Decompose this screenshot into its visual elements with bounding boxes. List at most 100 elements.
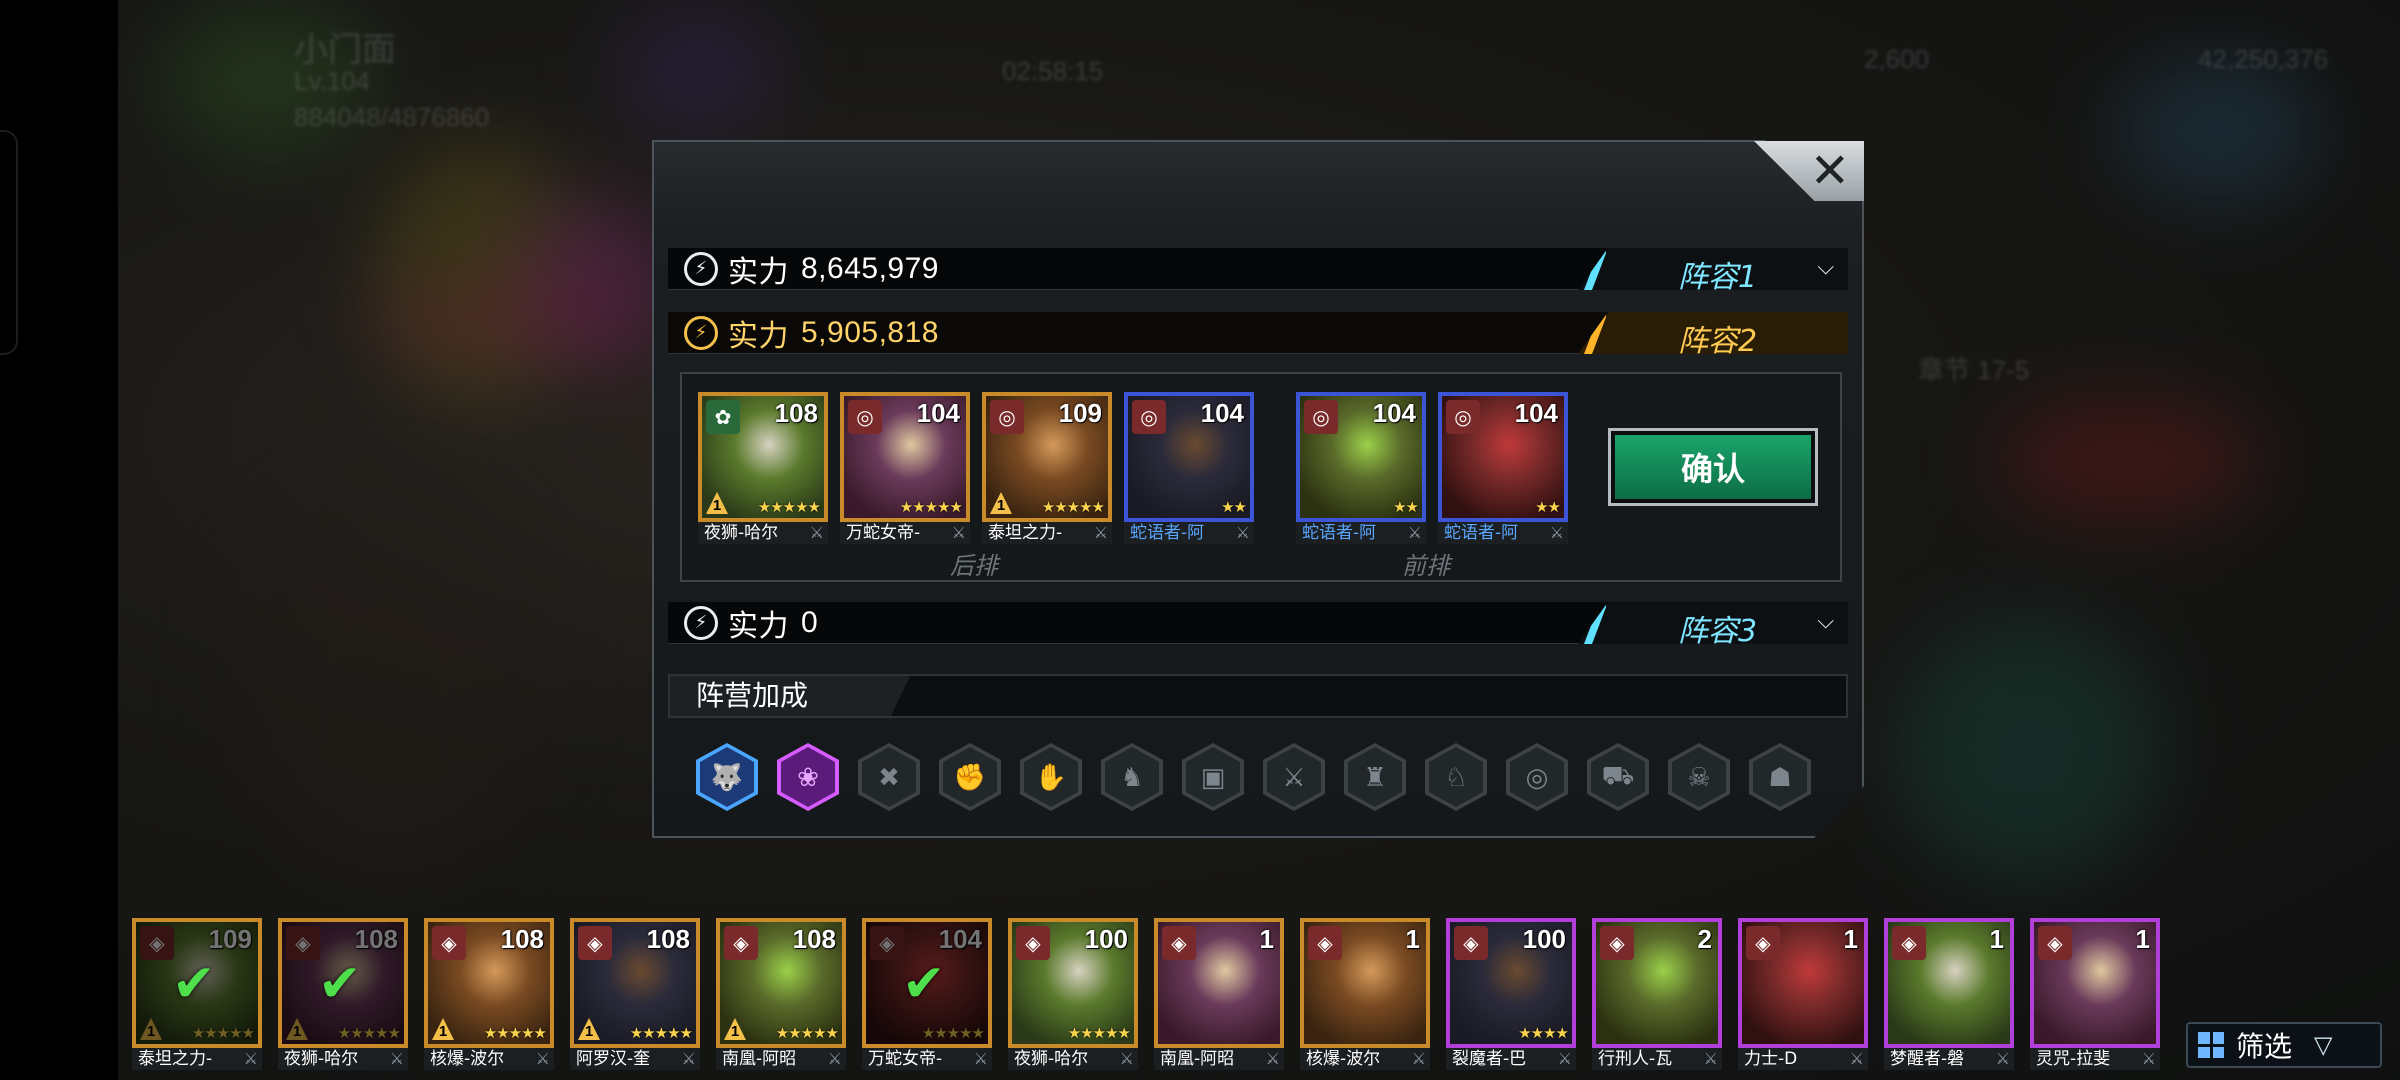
hero-name: 灵咒-拉斐 <box>2030 1048 2160 1070</box>
hero-role-icon: ⚔ <box>973 1051 988 1068</box>
hero-portrait-frame: ◈ 100 ★★★★★ <box>1008 918 1138 1048</box>
faction-icon-inner: ☠ <box>1672 747 1726 807</box>
hero-stars: ★★★★★ <box>629 1025 693 1042</box>
hero-card[interactable]: ◈ 2 行刑人-瓦 ⚔ <box>1592 918 1722 1070</box>
faction-icon: ◈ <box>1892 926 1926 960</box>
hero-name: 阿罗汉-奎 <box>570 1048 700 1070</box>
power-icon: ⚡ <box>684 251 718 286</box>
hero-card[interactable]: ◈ 1 梦醒者-磐 ⚔ <box>1884 918 2014 1070</box>
hero-card[interactable]: ◎ 104 ★★ 蛇语者-阿 ⚔ <box>1124 392 1254 544</box>
hero-stars: ★★★★★ <box>775 1025 839 1042</box>
hero-card[interactable]: ◈ 100 ★★★★ 裂魔者-巴 ⚔ <box>1446 918 1576 1070</box>
hero-roster[interactable]: ◈ 109 ★★★★★ 1 ✔ 泰坦之力- ⚔ ◈ 108 ★★★★★ 1 ✔ 夜狮-哈尔 ⚔ ◈ 108 ★★… <box>124 914 2164 1080</box>
hero-role-icon: ⚔ <box>535 1051 550 1068</box>
power-label: 实力 <box>728 319 789 353</box>
hero-stars: ★★★★ <box>1518 1025 1569 1042</box>
faction-icon-inner: ✋ <box>1024 747 1078 807</box>
tab-lineup-1[interactable]: 阵容1 ⌵ <box>1578 248 1848 290</box>
hero-level: 104 <box>916 398 960 428</box>
hero-name: 核爆-波尔 <box>424 1048 554 1070</box>
hero-role-icon: ⚔ <box>1549 525 1564 542</box>
hero-card[interactable]: ◎ 104 ★★ 蛇语者-阿 ⚔ <box>1296 392 1426 544</box>
target-icon: ◎ <box>1446 400 1480 434</box>
checkmark-icon: ✔ <box>902 955 946 1013</box>
hero-level: 1 <box>1259 924 1274 954</box>
hero-portrait-frame: ◈ 108 ★★★★★ 1 <box>570 918 700 1048</box>
faction-bonus-title: 阵营加成 <box>670 676 910 716</box>
hero-role-icon: ⚔ <box>1995 1051 2010 1068</box>
hero-level: 1 <box>1843 924 1858 954</box>
hero-card[interactable]: ◈ 104 ★★★★★ ✔ 万蛇女帝- ⚔ <box>862 918 992 1070</box>
hero-role-icon: ⚔ <box>1557 1051 1572 1068</box>
tab-label: 阵容2 <box>1678 324 1758 359</box>
hero-name: 蛇语者-阿 <box>1296 522 1426 544</box>
lineup-row-3[interactable]: ⚡ 实力 0 阵容3 ⌵ <box>668 602 1848 644</box>
faction-icon-inner: ♞ <box>1105 747 1159 807</box>
lineup-row-2[interactable]: ⚡ 实力 5,905,818 阵容2 <box>668 312 1848 354</box>
confirm-button[interactable]: 确认 <box>1608 428 1818 506</box>
faction-bonus-header: 阵营加成 <box>668 674 1848 718</box>
tab-lineup-2[interactable]: 阵容2 <box>1578 312 1848 354</box>
tab-accent <box>1584 248 1606 290</box>
close-icon: ✕ <box>1809 145 1850 198</box>
lineup-row-1[interactable]: ⚡ 实力 8,645,979 阵容1 ⌵ <box>668 248 1848 290</box>
hero-card[interactable]: ◈ 100 ★★★★★ 夜狮-哈尔 ⚔ <box>1008 918 1138 1070</box>
hero-card[interactable]: ◈ 1 灵咒-拉斐 ⚔ <box>2030 918 2160 1070</box>
hero-level: 104 <box>1514 398 1558 428</box>
faction-icon: ◈ <box>1308 926 1342 960</box>
hero-level: 108 <box>774 398 818 428</box>
faction-icon-inner: ✖ <box>862 747 916 807</box>
hero-name: 梦醒者-磐 <box>1884 1048 2014 1070</box>
hero-card[interactable]: ◎ 104 ★★ 蛇语者-阿 ⚔ <box>1438 392 1568 544</box>
hero-name: 南凰-阿昭 <box>716 1048 846 1070</box>
hero-stars: ★★ <box>1393 499 1419 516</box>
hero-card[interactable]: ◈ 1 力士-D ⚔ <box>1738 918 1868 1070</box>
hero-role-icon: ⚔ <box>951 525 966 542</box>
hero-portrait-frame: ◈ 100 ★★★★ <box>1446 918 1576 1048</box>
hero-level: 104 <box>1200 398 1244 428</box>
tab-lineup-3[interactable]: 阵容3 ⌵ <box>1578 602 1848 644</box>
faction-icon: ◈ <box>1746 926 1780 960</box>
faction-icon: ◈ <box>140 926 174 960</box>
hero-portrait-frame: ◈ 1 <box>1154 918 1284 1048</box>
hero-role-icon: ⚔ <box>1093 525 1108 542</box>
leaf-icon: ✿ <box>706 400 740 434</box>
back-row-label: 后排 <box>950 552 998 580</box>
hero-role-icon: ⚔ <box>1849 1051 1864 1068</box>
faction-icon-inner: ◎ <box>1510 747 1564 807</box>
filter-label: 筛选 <box>2236 1030 2293 1063</box>
faction-icon-inner: ✊ <box>943 747 997 807</box>
faction-icon-inner: ⚔ <box>1267 747 1321 807</box>
faction-icon: ◈ <box>432 926 466 960</box>
hero-portrait-frame: ◈ 1 <box>1738 918 1868 1048</box>
hero-card[interactable]: ◎ 109 ★★★★★ 1 泰坦之力- ⚔ <box>982 392 1112 544</box>
hero-stars: ★★ <box>1535 499 1561 516</box>
hero-stars: ★★★★★ <box>483 1025 547 1042</box>
faction-icon: ◈ <box>578 926 612 960</box>
hero-card[interactable]: ◈ 108 ★★★★★ 1 南凰-阿昭 ⚔ <box>716 918 846 1070</box>
hero-card[interactable]: ✿ 108 ★★★★★ 1 夜狮-哈尔 ⚔ <box>698 392 828 544</box>
faction-icon: ◈ <box>870 926 904 960</box>
tab-accent <box>1584 312 1606 354</box>
hero-role-icon: ⚔ <box>243 1051 258 1068</box>
hero-stars: ★★★★★ <box>757 499 821 516</box>
hero-level: 1 <box>1989 924 2004 954</box>
hero-card[interactable]: ◈ 109 ★★★★★ 1 ✔ 泰坦之力- ⚔ <box>132 918 262 1070</box>
hero-role-icon: ⚔ <box>1703 1051 1718 1068</box>
hero-level: 1 <box>2135 924 2150 954</box>
power-icon: ⚡ <box>684 315 718 350</box>
hero-card[interactable]: ◈ 1 核爆-波尔 ⚔ <box>1300 918 1430 1070</box>
hero-role-icon: ⚔ <box>809 525 824 542</box>
filter-button[interactable]: 筛选 ▽ <box>2186 1022 2382 1068</box>
hero-level: 100 <box>1084 924 1128 954</box>
hero-card[interactable]: ◈ 1 南凰-阿昭 ⚔ <box>1154 918 1284 1070</box>
faction-icon-inner: ♘ <box>1429 747 1483 807</box>
hero-card[interactable]: ◈ 108 ★★★★★ 1 ✔ 夜狮-哈尔 ⚔ <box>278 918 408 1070</box>
hero-role-icon: ⚔ <box>1235 525 1250 542</box>
hero-level: 104 <box>1372 398 1416 428</box>
hero-card[interactable]: ◈ 108 ★★★★★ 1 核爆-波尔 ⚔ <box>424 918 554 1070</box>
dialog-header <box>654 142 1862 234</box>
hero-card[interactable]: ◈ 108 ★★★★★ 1 阿罗汉-奎 ⚔ <box>570 918 700 1070</box>
hero-card[interactable]: ◎ 104 ★★★★★ 万蛇女帝- ⚔ <box>840 392 970 544</box>
hero-portrait-frame: ◎ 104 ★★ <box>1124 392 1254 522</box>
